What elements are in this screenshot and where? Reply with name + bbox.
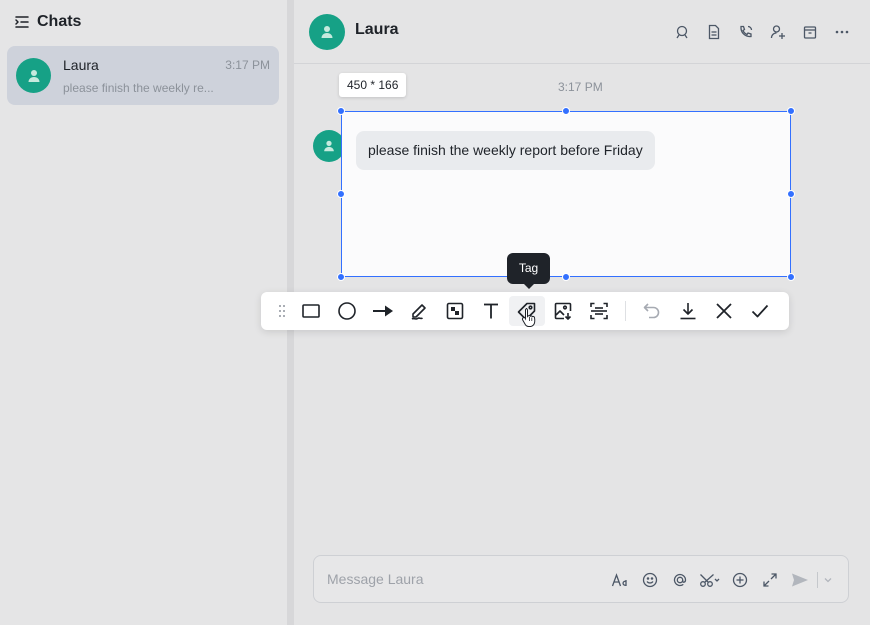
send-options-icon[interactable] xyxy=(820,568,836,592)
image-save-icon[interactable] xyxy=(545,296,581,326)
hand-pointer-cursor-icon xyxy=(521,307,537,332)
sidebar: Chats Laura 3:17 PM please finish the we… xyxy=(0,0,288,625)
resize-handle-top-left[interactable] xyxy=(337,107,345,115)
download-icon[interactable] xyxy=(670,296,706,326)
resize-handle-bottom[interactable] xyxy=(562,273,570,281)
resize-handle-left[interactable] xyxy=(337,190,345,198)
chat-time: 3:17 PM xyxy=(225,58,270,72)
selection-size-label: 450 * 166 xyxy=(339,73,407,97)
pen-icon[interactable] xyxy=(401,296,437,326)
header-actions xyxy=(666,20,858,44)
more-icon[interactable] xyxy=(826,20,858,44)
composer-tools xyxy=(605,568,836,592)
resize-handle-bottom-left[interactable] xyxy=(337,273,345,281)
search-chat-icon[interactable] xyxy=(666,20,698,44)
resize-handle-right[interactable] xyxy=(787,190,795,198)
mention-icon[interactable] xyxy=(665,568,695,592)
confirm-icon[interactable] xyxy=(742,296,778,326)
screenshot-icon[interactable] xyxy=(695,568,725,592)
resize-handle-bottom-right[interactable] xyxy=(787,273,795,281)
close-icon[interactable] xyxy=(706,296,742,326)
undo-icon[interactable] xyxy=(634,296,670,326)
mosaic-icon[interactable] xyxy=(437,296,473,326)
add-member-icon[interactable] xyxy=(762,20,794,44)
conversation-title: Laura xyxy=(355,21,399,38)
send-separator xyxy=(817,572,818,588)
drag-handle-icon[interactable] xyxy=(271,296,293,326)
chat-preview: please finish the weekly re... xyxy=(63,81,214,95)
conversation-header: Laura xyxy=(294,0,870,64)
avatar[interactable] xyxy=(309,14,345,50)
rectangle-icon[interactable] xyxy=(293,296,329,326)
add-icon[interactable] xyxy=(725,568,755,592)
message-composer[interactable]: Message Laura xyxy=(313,555,849,603)
chat-name: Laura xyxy=(63,57,99,73)
avatar xyxy=(16,58,51,93)
call-icon[interactable] xyxy=(730,20,762,44)
chat-list-item[interactable]: Laura 3:17 PM please finish the weekly r… xyxy=(7,46,279,105)
resize-handle-top-right[interactable] xyxy=(787,107,795,115)
document-icon[interactable] xyxy=(698,20,730,44)
ocr-icon[interactable] xyxy=(581,296,617,326)
message-timestamp: 3:17 PM xyxy=(558,80,603,94)
text-icon[interactable] xyxy=(473,296,509,326)
emoji-icon[interactable] xyxy=(635,568,665,592)
capture-selection[interactable]: please finish the weekly report before F… xyxy=(341,111,791,277)
text-format-icon[interactable] xyxy=(605,568,635,592)
ellipse-icon[interactable] xyxy=(329,296,365,326)
sidebar-header: Chats xyxy=(14,11,81,33)
arrow-icon[interactable] xyxy=(365,296,401,326)
toolbar-separator xyxy=(625,301,626,321)
send-icon[interactable] xyxy=(785,568,815,592)
resize-handle-top[interactable] xyxy=(562,107,570,115)
sidebar-title: Chats xyxy=(37,13,82,30)
message-input[interactable]: Message Laura xyxy=(327,571,424,587)
collapse-menu-icon[interactable] xyxy=(14,14,30,30)
expand-icon[interactable] xyxy=(755,568,785,592)
tool-tooltip: Tag xyxy=(507,253,550,289)
calendar-icon[interactable] xyxy=(794,20,826,44)
message-bubble: please finish the weekly report before F… xyxy=(356,131,655,170)
